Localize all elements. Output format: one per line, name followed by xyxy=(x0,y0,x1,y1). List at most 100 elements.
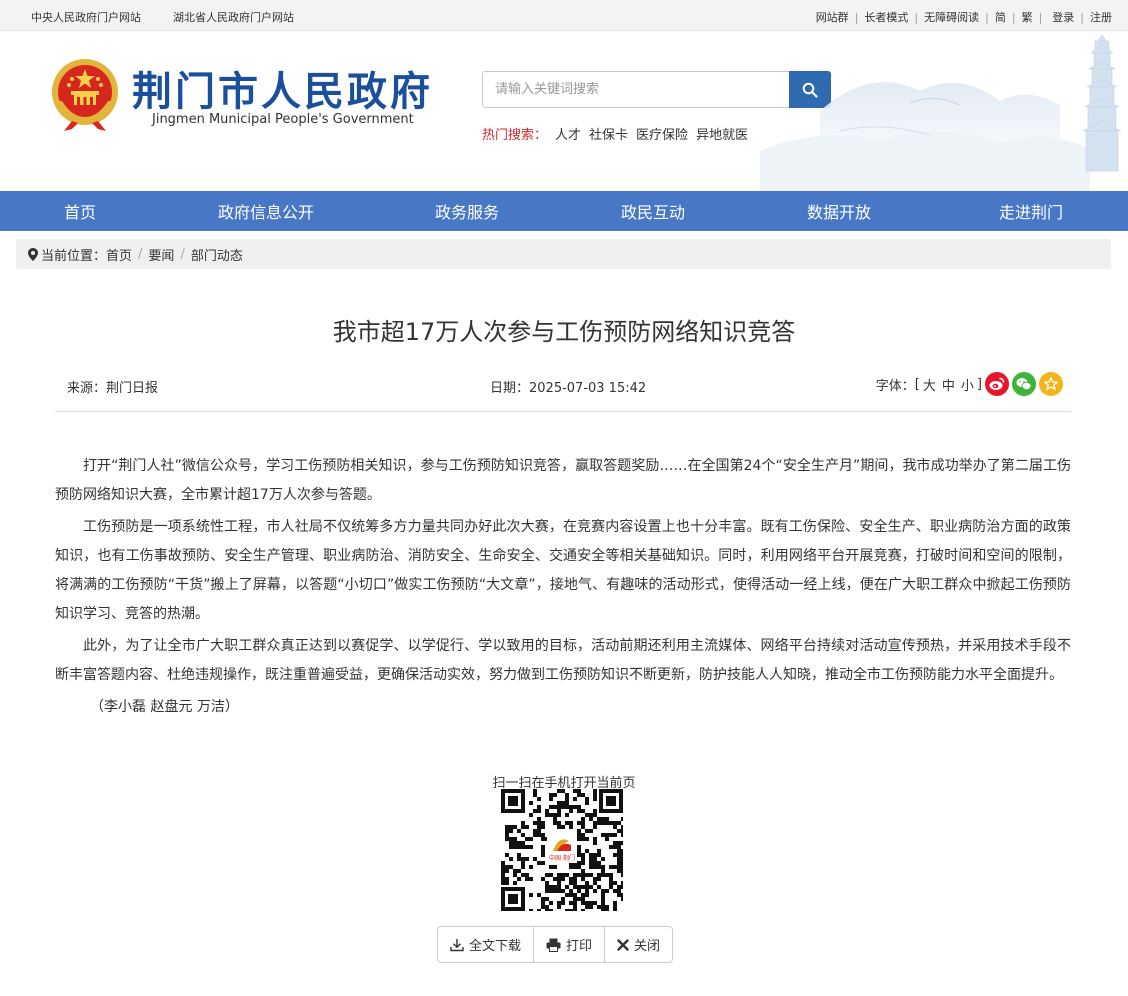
qr-module xyxy=(589,853,593,857)
nav-item-interaction[interactable]: 政民互动 xyxy=(562,191,744,231)
hot-term[interactable]: 医疗保险 xyxy=(636,124,688,143)
breadcrumb-item-department[interactable]: 部门动态 xyxy=(191,245,243,264)
font-size-controls: 字体： [ 大 中 小 ] xyxy=(876,372,1063,396)
qr-module xyxy=(529,837,533,841)
qr-module xyxy=(597,877,601,881)
qr-module xyxy=(585,801,589,805)
qr-module xyxy=(581,901,585,905)
qr-module xyxy=(557,901,561,905)
qr-module xyxy=(521,845,525,849)
qr-module xyxy=(557,873,561,877)
breadcrumb: 当前位置： 首页 / 要闻 / 部门动态 xyxy=(16,239,1111,269)
qr-module xyxy=(601,865,605,869)
breadcrumb-item-home[interactable]: 首页 xyxy=(106,245,132,264)
favorite-button[interactable] xyxy=(1039,372,1063,396)
location-pin-icon xyxy=(28,247,38,261)
qr-module xyxy=(509,857,513,861)
qr-module xyxy=(613,845,617,849)
close-button[interactable]: 关闭 xyxy=(605,927,672,962)
weibo-share-button[interactable] xyxy=(985,372,1009,396)
nav-item-about-jingmen[interactable]: 走进荆门 xyxy=(934,191,1128,231)
qr-module xyxy=(517,877,521,881)
qr-module xyxy=(565,801,569,805)
qr-code: 中国·荆门 xyxy=(501,789,623,911)
qr-module xyxy=(605,909,609,911)
qr-module xyxy=(549,805,553,809)
qr-module xyxy=(585,889,589,893)
wechat-share-button[interactable] xyxy=(1012,372,1036,396)
qr-module xyxy=(601,873,605,877)
qr-module xyxy=(613,889,617,893)
qr-module xyxy=(585,893,589,897)
qr-module xyxy=(565,805,569,809)
font-size-small[interactable]: 小 xyxy=(961,375,974,394)
qr-module xyxy=(601,821,605,825)
qr-module xyxy=(621,865,623,869)
qr-module xyxy=(577,889,581,893)
qr-module xyxy=(501,869,505,873)
site-group-link[interactable]: 网站群 xyxy=(816,9,849,25)
font-size-medium[interactable]: 中 xyxy=(942,375,955,394)
breadcrumb-item-news[interactable]: 要闻 xyxy=(148,245,174,264)
site-name-english: Jingmen Municipal People's Government xyxy=(152,112,414,127)
qr-module xyxy=(577,793,581,797)
qr-module xyxy=(505,853,509,857)
qr-module xyxy=(505,865,509,869)
qr-module xyxy=(521,825,525,829)
qr-module xyxy=(589,905,593,909)
qr-module xyxy=(617,829,621,833)
hot-term[interactable]: 社保卡 xyxy=(589,124,628,143)
qr-module xyxy=(605,889,609,893)
font-size-large[interactable]: 大 xyxy=(923,375,936,394)
simplified-chinese-link[interactable]: 简 xyxy=(995,9,1006,25)
qr-module xyxy=(541,825,545,829)
qr-module xyxy=(581,793,585,797)
qr-module xyxy=(593,813,597,817)
qr-module xyxy=(593,797,597,801)
qr-module xyxy=(573,893,577,897)
search-input[interactable] xyxy=(495,82,778,97)
qr-module xyxy=(585,813,589,817)
nav-item-gov-info[interactable]: 政府信息公开 xyxy=(160,191,372,231)
nav-item-services[interactable]: 政务服务 xyxy=(372,191,562,231)
qr-module xyxy=(541,821,545,825)
print-button[interactable]: 打印 xyxy=(534,927,606,962)
qr-module xyxy=(581,809,585,813)
traditional-chinese-link[interactable]: 繁 xyxy=(1022,9,1033,25)
article-paragraph: 打开“荆门人社”微信公众号，学习工伤预防相关知识，参与工伤预防知识竞答，赢取答题… xyxy=(55,458,1071,503)
qr-module xyxy=(557,877,561,881)
qr-module xyxy=(541,901,545,905)
star-icon xyxy=(1044,377,1058,391)
qr-module xyxy=(597,853,601,857)
qr-module xyxy=(513,825,517,829)
nav-item-home[interactable]: 首页 xyxy=(0,191,160,231)
download-button[interactable]: 全文下载 xyxy=(438,927,535,962)
qr-module xyxy=(597,861,601,865)
qr-module xyxy=(565,821,569,825)
qr-module xyxy=(573,789,577,793)
nav-item-open-data[interactable]: 数据开放 xyxy=(744,191,934,231)
qr-module xyxy=(577,897,581,901)
qr-module xyxy=(533,833,537,837)
qr-module xyxy=(593,877,597,881)
qr-module xyxy=(593,861,597,865)
central-gov-link[interactable]: 中央人民政府门户网站 xyxy=(31,9,141,25)
qr-module xyxy=(585,873,589,877)
qr-module xyxy=(617,857,621,861)
hot-term[interactable]: 人才 xyxy=(555,124,581,143)
qr-module xyxy=(577,861,581,865)
login-link[interactable]: 登录 xyxy=(1052,9,1074,25)
hubei-gov-link[interactable]: 湖北省人民政府门户网站 xyxy=(173,9,294,25)
elder-mode-link[interactable]: 长者模式 xyxy=(864,9,908,25)
qr-module xyxy=(537,817,541,821)
article-source: 来源：荆门日报 xyxy=(67,381,159,396)
qr-module xyxy=(545,897,549,901)
qr-module xyxy=(621,885,623,889)
search-field[interactable] xyxy=(482,71,790,108)
divider: | xyxy=(1038,10,1043,24)
hot-term[interactable]: 异地就医 xyxy=(696,124,748,143)
accessibility-link[interactable]: 无障碍阅读 xyxy=(924,9,979,25)
qr-module xyxy=(613,909,617,911)
register-link[interactable]: 注册 xyxy=(1090,9,1112,25)
qr-module xyxy=(585,885,589,889)
